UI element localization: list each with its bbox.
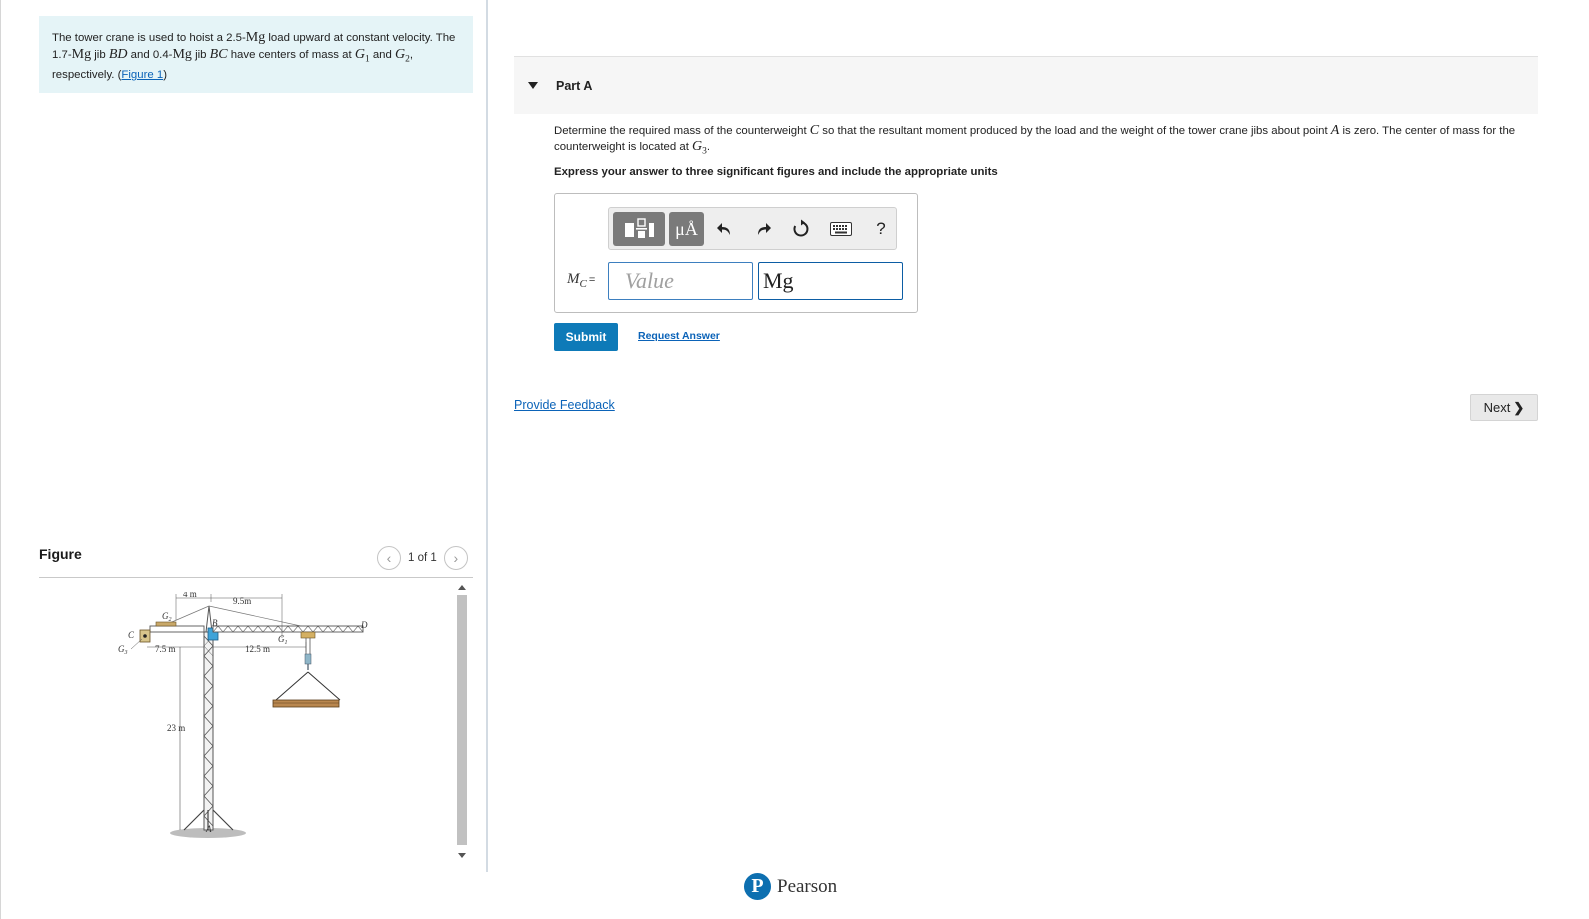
redo-icon [758, 223, 771, 235]
scroll-up-icon[interactable] [458, 585, 466, 590]
figure-link[interactable]: Figure 1 [121, 69, 163, 81]
pearson-icon: P [744, 873, 771, 900]
dim-23m: 23 m [167, 723, 185, 733]
math-toolbar: μÅ ? [608, 207, 897, 250]
value-input[interactable] [608, 262, 753, 300]
reset-icon [793, 219, 809, 237]
answer-variable-label: MC = [567, 271, 596, 290]
label-c: C [128, 630, 135, 640]
redo-button[interactable] [750, 216, 776, 242]
load [272, 699, 340, 708]
dim-12-5m: 12.5 m [245, 644, 270, 654]
undo-icon [717, 223, 730, 235]
dim-4m: 4 m [183, 592, 197, 599]
crane-figure: 4 m 9.5m 7.5 m 12.5 m 23 m C B D A G1 G2… [110, 589, 390, 857]
provide-feedback-link[interactable]: Provide Feedback [514, 398, 615, 412]
dim-7-5m: 7.5 m [155, 644, 176, 654]
figure-page-count: 1 of 1 [408, 552, 437, 564]
pearson-wordmark: Pearson [777, 875, 838, 897]
keyboard-icon [830, 222, 852, 236]
crane-diagram: 4 m 9.5m 7.5 m 12.5 m 23 m C B D A G1 G2… [118, 589, 368, 838]
label-g2: G2 [162, 611, 172, 623]
panel-divider [486, 0, 488, 872]
help-icon: ? [876, 219, 886, 238]
figure-prev-button[interactable]: ‹ [377, 546, 401, 570]
label-a: A [205, 824, 212, 834]
left-border [0, 0, 1, 919]
figure-pager: ‹ 1 of 1 › [377, 546, 468, 570]
reset-button[interactable] [788, 216, 814, 242]
help-button[interactable]: ? [868, 216, 894, 242]
label-b: B [212, 618, 218, 628]
trolley [300, 631, 316, 639]
templates-icon [625, 218, 654, 238]
undo-button[interactable] [712, 216, 738, 242]
label-g3: G3 [118, 644, 128, 656]
units-input[interactable] [758, 262, 903, 300]
jib-bc [149, 625, 205, 633]
part-a-header[interactable]: Part A [514, 57, 1538, 114]
counterweight-center [143, 634, 147, 638]
caret-down-icon [528, 82, 538, 89]
chevron-right-icon: › [453, 550, 459, 566]
g3-leader [130, 638, 143, 650]
label-g1: G1 [278, 634, 288, 646]
answer-box: μÅ ? MC = [554, 193, 918, 313]
figure-scrollbar[interactable] [455, 583, 469, 860]
label-d: D [360, 620, 368, 630]
problem-statement: The tower crane is used to hoist a 2.5-M… [39, 16, 473, 93]
figure-label: Figure [39, 546, 82, 562]
templates-button[interactable] [613, 212, 665, 246]
dim-9-5m: 9.5m [233, 596, 251, 606]
pearson-logo: P Pearson [744, 873, 837, 900]
scroll-down-icon[interactable] [458, 853, 466, 858]
submit-button[interactable]: Submit [554, 323, 618, 351]
next-button[interactable]: Next ❯ [1470, 394, 1538, 421]
part-title: Part A [556, 78, 593, 93]
question-text: Determine the required mass of the count… [554, 123, 1516, 157]
hook-block [304, 653, 312, 665]
load-slings [275, 671, 341, 701]
figure-divider [39, 577, 473, 578]
scroll-thumb[interactable] [457, 595, 467, 845]
units-button[interactable]: μÅ [669, 212, 704, 246]
chevron-right-icon: ❯ [1513, 399, 1525, 415]
jib-bc-mass [155, 621, 177, 627]
keyboard-button[interactable] [828, 216, 854, 242]
figure-next-button[interactable]: › [443, 546, 468, 570]
chevron-left-icon: ‹ [386, 550, 392, 566]
answer-instruction: Express your answer to three significant… [554, 166, 998, 178]
request-answer-link[interactable]: Request Answer [638, 330, 720, 342]
cable-right [208, 605, 311, 629]
